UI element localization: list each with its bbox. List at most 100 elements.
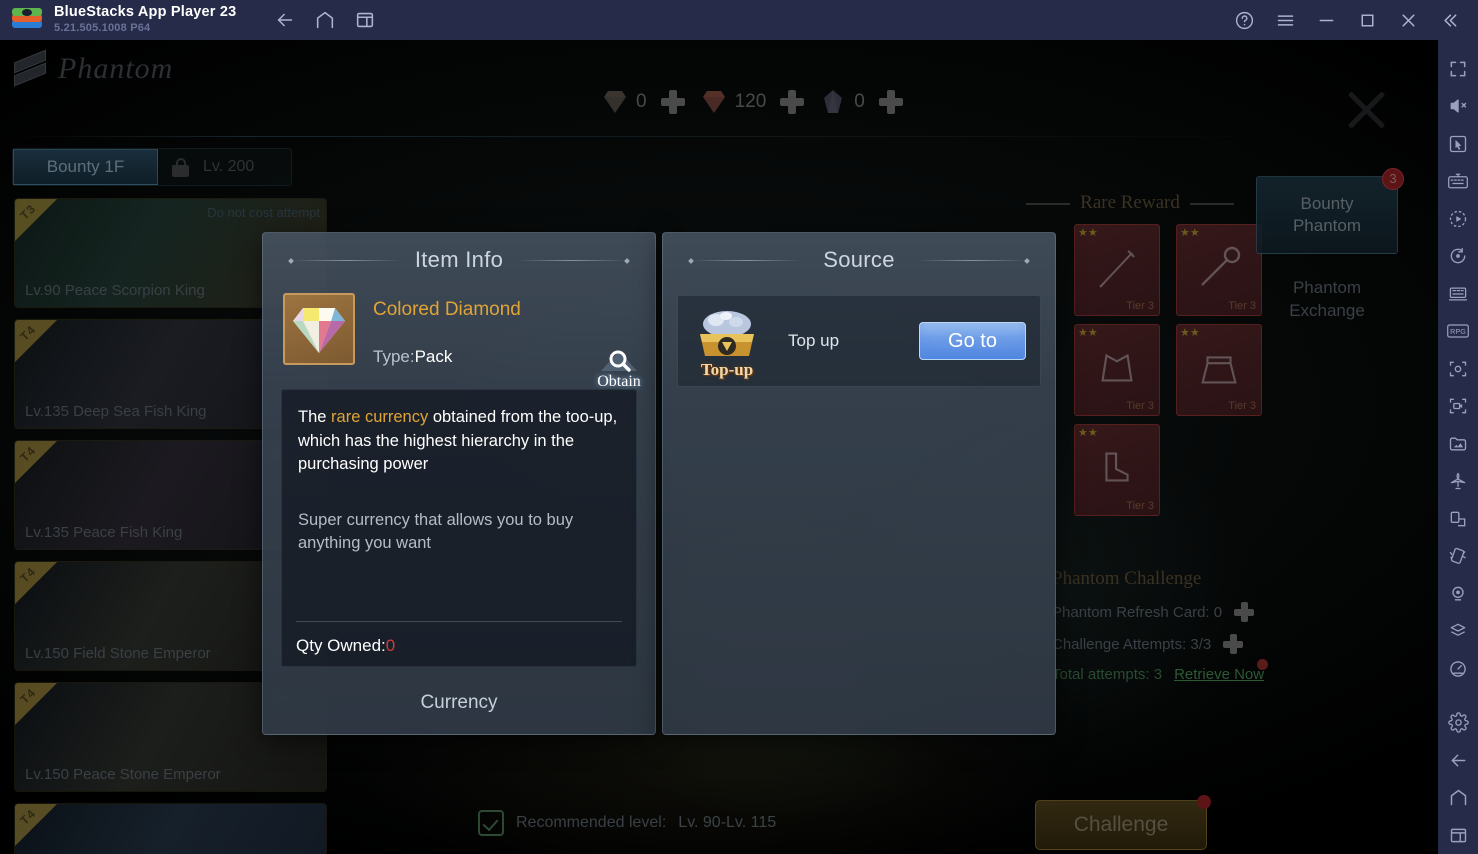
notification-dot-icon	[1257, 659, 1269, 670]
lock-icon	[172, 157, 189, 177]
add-currency-button[interactable]	[647, 90, 699, 114]
close-panel-button[interactable]	[1344, 88, 1390, 132]
reward-item[interactable]: ★★ Tier 3	[1176, 224, 1262, 316]
sidebar-item-label: Phantom Exchange	[1289, 278, 1365, 320]
close-icon[interactable]	[1398, 10, 1419, 31]
dialog-header: Source	[663, 233, 1055, 287]
add-currency-button[interactable]	[865, 90, 917, 114]
boss-name: Lv.135 Peace Fish King	[25, 524, 183, 541]
shake-icon[interactable]	[1438, 538, 1478, 576]
tier-badge: T4	[15, 320, 57, 362]
maximize-icon[interactable]	[1357, 10, 1378, 31]
home-icon[interactable]	[1438, 779, 1478, 817]
collapse-sidebar-icon[interactable]	[1439, 10, 1460, 31]
minimize-icon[interactable]	[1316, 10, 1337, 31]
desc-highlight: rare currency	[331, 408, 429, 426]
currency-value: 0	[636, 91, 647, 112]
item-type: Type:Pack	[373, 347, 521, 367]
settings-icon[interactable]	[1438, 704, 1478, 742]
armor-icon	[1101, 354, 1133, 382]
item-type-label: Type:	[373, 347, 415, 366]
star-rating: ★★	[1078, 227, 1098, 239]
add-currency-button[interactable]	[766, 90, 818, 114]
rare-reward-grid: ★★ Tier 3 ★★ Tier 3 ★★ Tier 3 ★★ Tier 3 …	[1074, 224, 1266, 516]
dialog-header: Item Info	[263, 233, 655, 287]
top-up-chest-icon: Top-up	[692, 306, 762, 379]
obtain-button[interactable]: Obtain	[589, 345, 649, 391]
rotate-icon[interactable]	[1438, 238, 1478, 276]
media-manager-icon[interactable]	[1438, 425, 1478, 463]
cursor-mode-icon[interactable]	[1438, 125, 1478, 163]
reward-item[interactable]: ★★ Tier 3	[1074, 224, 1160, 316]
keyboard-controls-icon[interactable]	[1438, 163, 1478, 201]
boss-name: Lv.150 Peace Stone Emperor	[25, 766, 221, 783]
reward-item[interactable]: ★★ Tier 3	[1176, 324, 1262, 416]
tier-badge: T4	[15, 683, 57, 725]
divider	[517, 260, 627, 261]
dialog-title: Item Info	[414, 247, 504, 272]
tier-badge: T3	[15, 199, 57, 241]
sidebar-item-bounty-phantom[interactable]: Bounty Phantom 3	[1256, 168, 1404, 254]
back-icon[interactable]	[1438, 741, 1478, 779]
multi-window-icon[interactable]	[354, 9, 376, 31]
total-attempts-row: Total attempts: 3 Retrieve Now	[1052, 659, 1342, 683]
list-item[interactable]: T4 Peace	[14, 803, 327, 854]
home-icon[interactable]	[314, 9, 336, 31]
item-text-block: Colored Diamond Type:Pack	[373, 293, 521, 367]
bow-icon	[1099, 250, 1135, 288]
stage-tab-bounty-1f[interactable]: Bounty 1F	[13, 149, 158, 185]
boss-name: Lv.90 Peace Scorpion King	[25, 282, 205, 299]
reward-tier-label: Tier 3	[1228, 400, 1256, 412]
item-name: Colored Diamond	[373, 299, 521, 320]
layers-icon[interactable]	[1438, 613, 1478, 651]
back-icon[interactable]	[274, 9, 296, 31]
boss-name: Lv.135 Deep Sea Fish King	[25, 403, 207, 420]
eco-mode-icon[interactable]	[1438, 463, 1478, 501]
game-logo-icon	[14, 49, 48, 87]
tier-badge: T4	[15, 562, 57, 604]
location-icon[interactable]	[1438, 575, 1478, 613]
reward-item[interactable]: ★★ Tier 3	[1074, 424, 1160, 516]
performance-icon[interactable]	[1438, 650, 1478, 688]
help-icon[interactable]	[1234, 10, 1255, 31]
mute-icon[interactable]	[1438, 88, 1478, 126]
divider	[1189, 202, 1234, 205]
bluestacks-titlebar: BlueStacks App Player 23 5.21.505.1008 P…	[0, 0, 1478, 40]
divider	[291, 260, 401, 261]
divider	[296, 621, 622, 622]
menu-icon[interactable]	[1275, 10, 1296, 31]
fullscreen-icon[interactable]	[1438, 50, 1478, 88]
recent-apps-icon[interactable]	[1438, 816, 1478, 854]
tier-badge: T4	[15, 441, 57, 483]
item-description-primary: The rare currency obtained from the too-…	[298, 406, 620, 477]
recommended-level-row: Recommended level: Lv. 90-Lv. 115	[478, 810, 776, 836]
sidebar-item-phantom-exchange[interactable]: Phantom Exchange	[1256, 268, 1398, 330]
refresh-card-label: Phantom Refresh Card: 0	[1052, 603, 1223, 621]
item-type-value: Pack	[414, 347, 453, 366]
challenge-button-label: Challenge	[1073, 813, 1169, 836]
reward-item[interactable]: ★★ Tier 3	[1074, 324, 1160, 416]
source-name: Top up	[788, 331, 840, 350]
item-icon[interactable]	[283, 293, 355, 365]
add-attempts-button[interactable]	[1223, 634, 1244, 654]
item-description-secondary: Super currency that allows you to buy an…	[298, 510, 574, 553]
currency-value: 120	[734, 91, 767, 112]
diamond-red-icon	[699, 88, 729, 116]
go-to-button[interactable]: Go to	[919, 322, 1026, 360]
currency-value: 0	[854, 91, 865, 112]
macro-play-icon[interactable]	[1438, 200, 1478, 238]
multi-window-icon[interactable]	[1438, 500, 1478, 538]
rare-reward-title: Rare Reward	[1000, 192, 1260, 214]
retrieve-now-link[interactable]: Retrieve Now	[1174, 659, 1269, 683]
status-badge: 3	[1382, 168, 1404, 190]
add-refresh-card-button[interactable]	[1234, 602, 1255, 622]
challenge-button[interactable]: Challenge	[1035, 795, 1211, 850]
record-screen-icon[interactable]	[1438, 388, 1478, 426]
stage-tab-locked[interactable]: Lv. 200	[158, 157, 254, 177]
multi-instance-icon[interactable]	[1438, 275, 1478, 313]
rpg-mode-icon[interactable]: RPG	[1438, 313, 1478, 351]
notification-dot-icon	[1197, 795, 1211, 809]
screenshot-icon[interactable]	[1438, 350, 1478, 388]
desc-pre: The	[298, 408, 332, 426]
star-rating: ★★	[1078, 427, 1098, 439]
